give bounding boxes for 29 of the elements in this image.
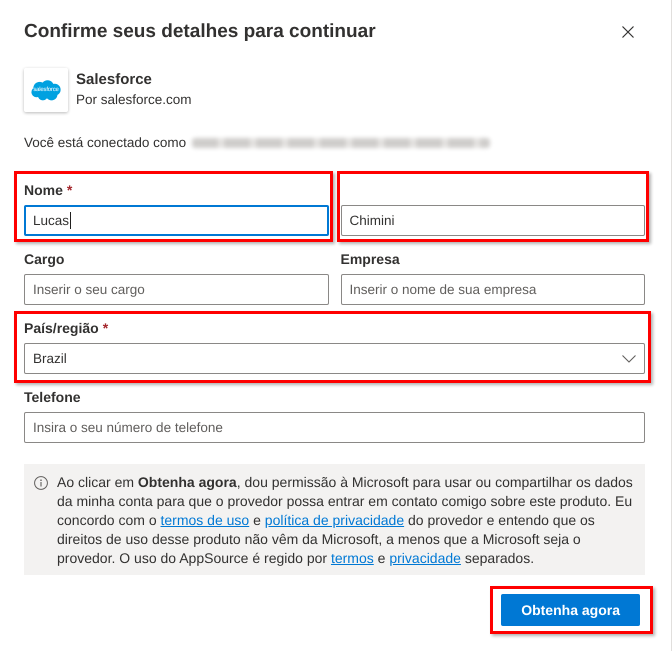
app-name: Salesforce xyxy=(76,70,153,90)
field-label: Telefone xyxy=(24,388,81,407)
text-field[interactable]: Inserir o nome de sua empresa xyxy=(340,274,645,305)
text-link[interactable]: política de privacidade xyxy=(264,512,404,528)
chevron-down-icon xyxy=(622,354,636,362)
text-link[interactable]: termos de uso xyxy=(160,512,250,528)
text-field[interactable]: Inserir o seu cargo xyxy=(24,274,328,305)
text-field[interactable]: Insira o seu número de telefone xyxy=(24,412,645,443)
publisher-name: Por salesforce.com xyxy=(76,91,192,109)
field-label: Empresa xyxy=(340,250,400,269)
required-mark: * xyxy=(102,319,108,338)
close-icon xyxy=(622,26,634,38)
text-field[interactable]: Chimini xyxy=(340,205,645,236)
consent-text: Ao clicar em Obtenha agora, dou permissão à Microsoft para usar ou compartilhar os dados da minha conta para que o provedor possa entrar em contato comigo sobre este produto. Eu concordo com o termos de uso e política de privacidade do provedor e entendo que os direitos de uso desse produto não vêm da Microsoft, a menos que a Microsoft seja o provedor. O uso do AppSource é regido por termos e privacidade separados. xyxy=(57,473,634,568)
signed-in-label: Você está conectado como xyxy=(24,134,186,152)
country-dropdown[interactable]: Brazil xyxy=(24,343,645,374)
close-button[interactable] xyxy=(622,26,634,38)
text-link[interactable]: privacidade xyxy=(389,550,461,566)
required-mark: * xyxy=(66,181,72,200)
info-icon xyxy=(34,476,48,490)
cloud-logo-icon xyxy=(31,80,61,100)
text-cursor-icon xyxy=(70,212,72,229)
dialog-title: Confirme seus detalhes para continuar xyxy=(24,20,376,44)
text-field[interactable]: Lucas xyxy=(24,205,328,236)
field-label: Nome xyxy=(24,181,63,200)
field-label: País/região xyxy=(24,319,99,338)
field-label: Cargo xyxy=(24,250,64,269)
text-link[interactable]: termos xyxy=(330,550,374,566)
get-now-button[interactable]: Obtenha agora xyxy=(501,594,640,626)
